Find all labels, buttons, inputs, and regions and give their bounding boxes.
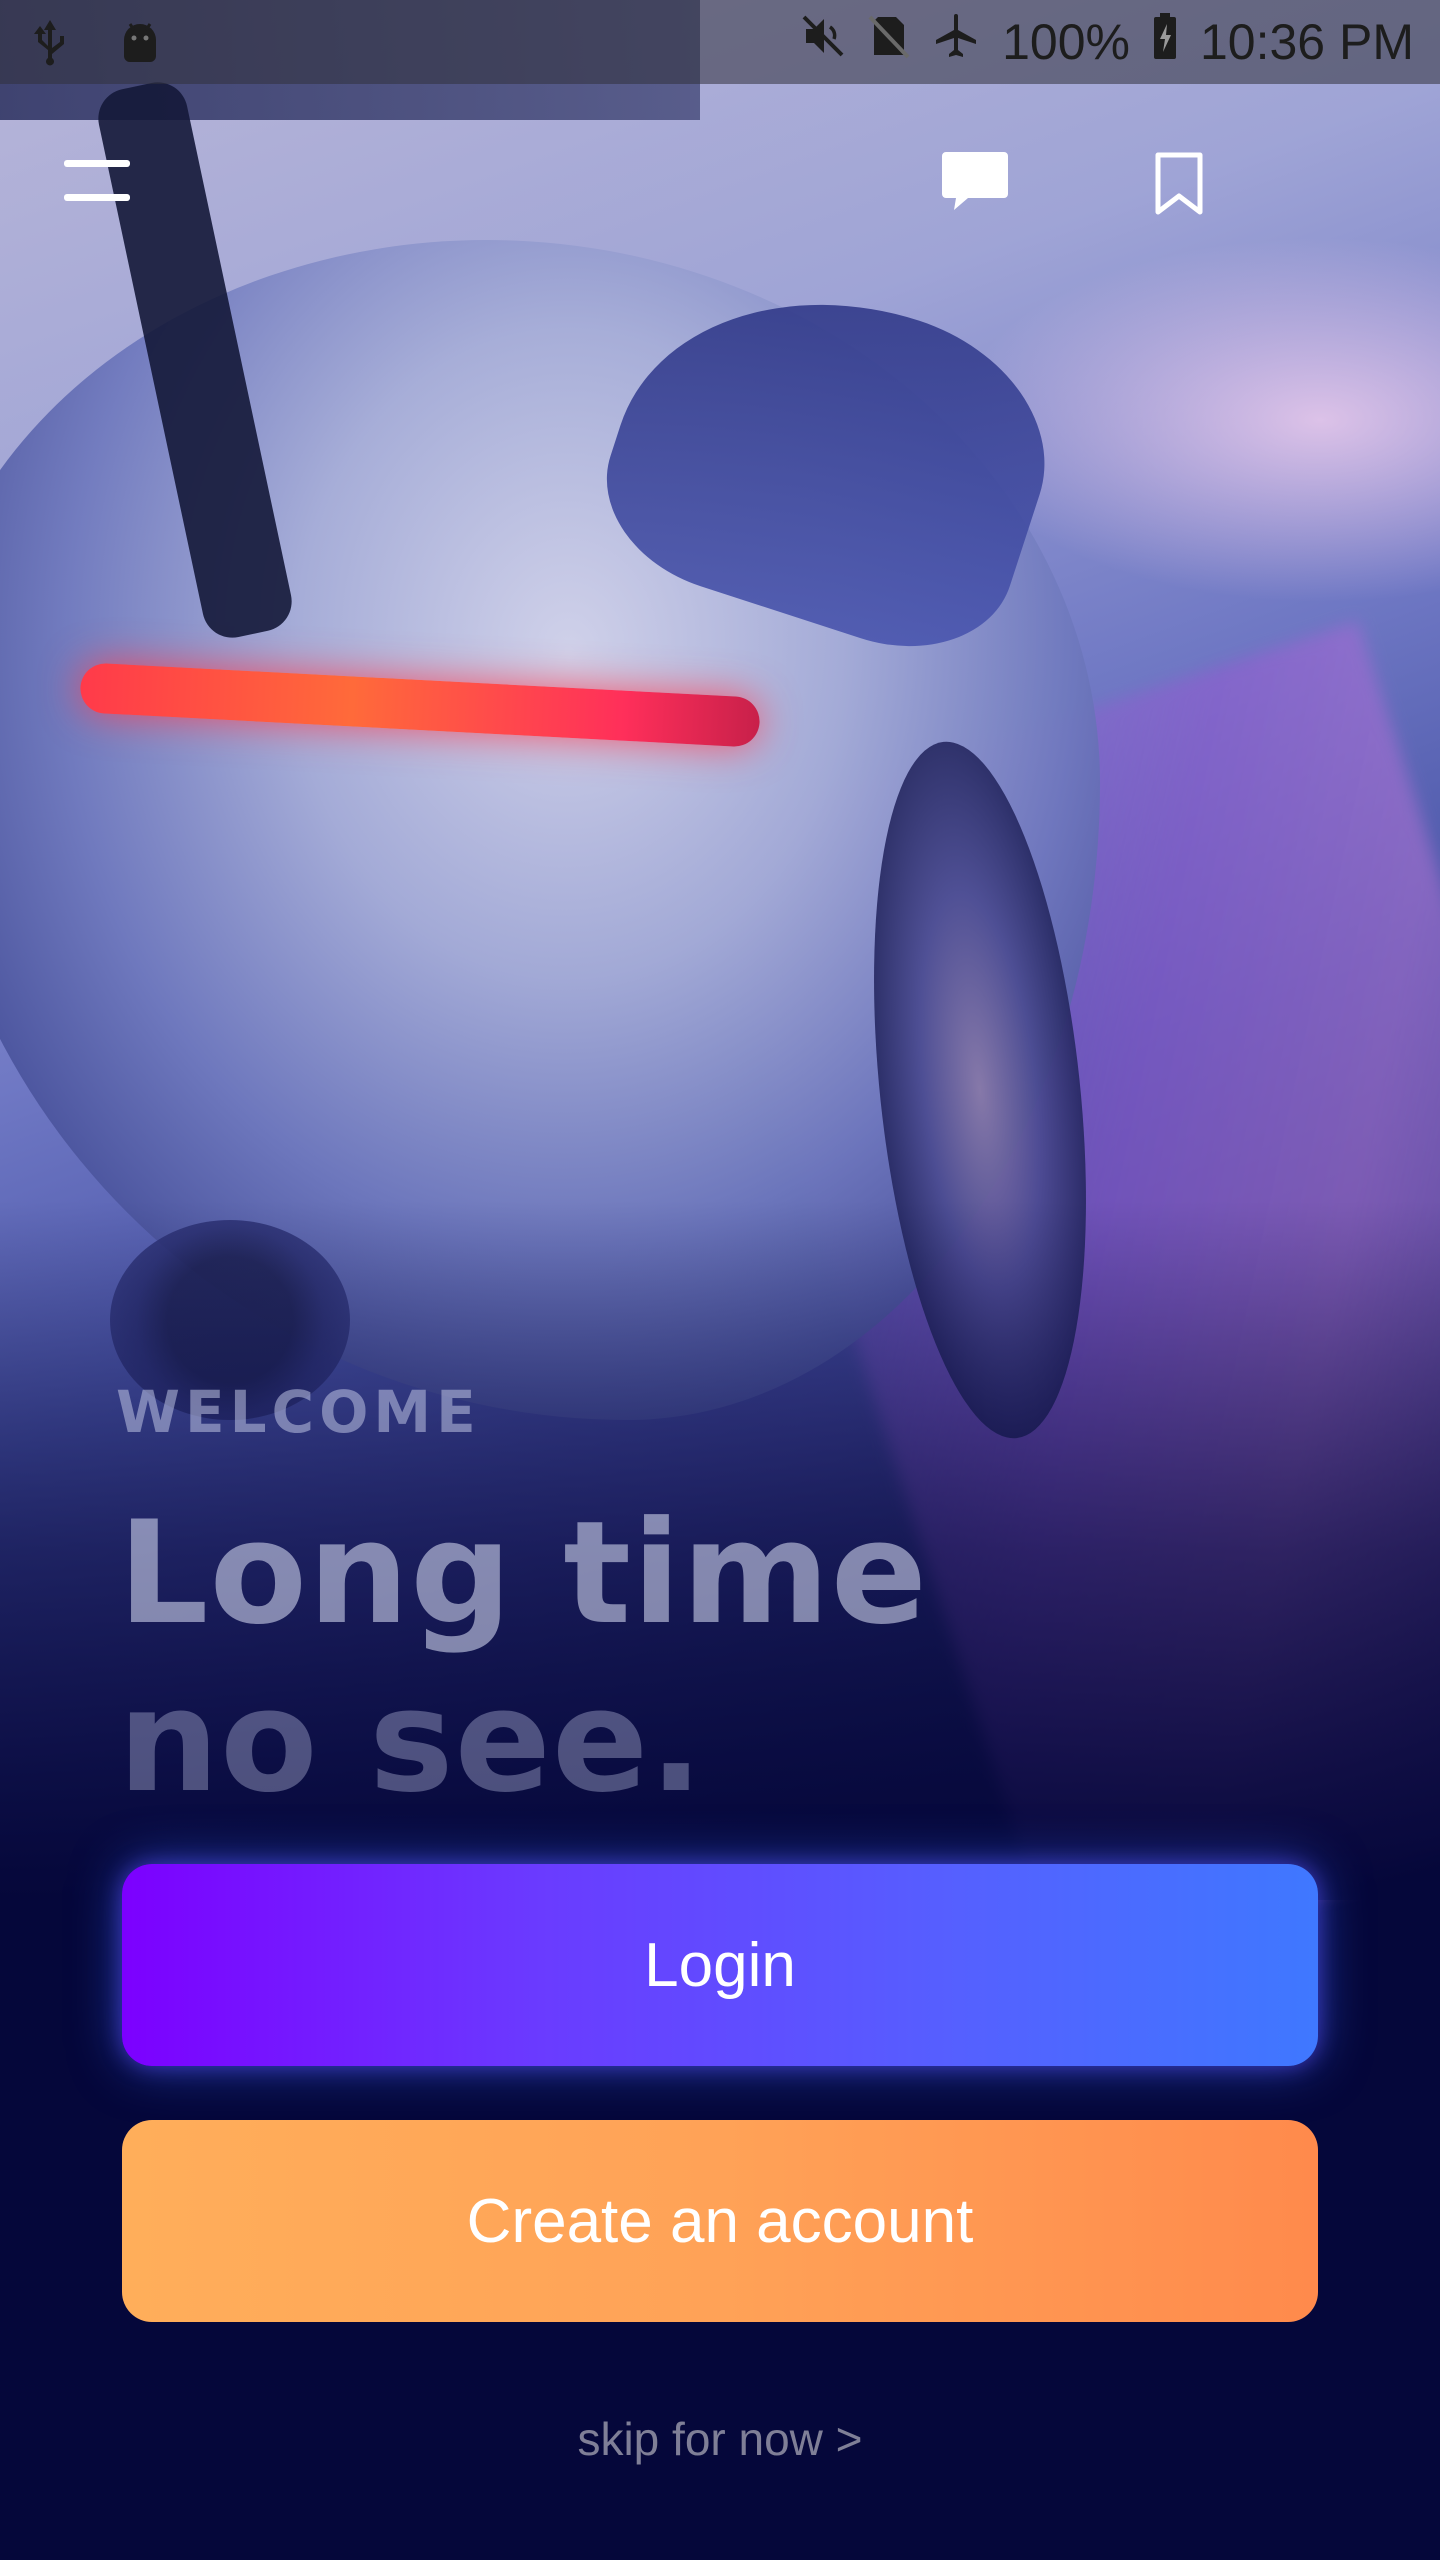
battery-charging-icon (1152, 12, 1178, 72)
chat-button[interactable] (940, 150, 1010, 212)
bookmark-icon (1155, 152, 1203, 215)
login-button-label: Login (644, 1930, 796, 2000)
welcome-headline: Long time no see. (118, 1490, 928, 1826)
welcome-screen: 100% 10:36 PM WELCOME Long time no see. … (0, 0, 1440, 2560)
bookmark-button[interactable] (1152, 152, 1206, 216)
hamburger-menu-icon (64, 194, 130, 201)
create-account-button-label: Create an account (466, 2186, 974, 2256)
usb-icon (30, 18, 70, 71)
status-bar: 100% 10:36 PM (0, 0, 1440, 84)
skip-for-now-link[interactable]: skip for now > (0, 2412, 1440, 2466)
menu-button[interactable] (64, 160, 130, 202)
chat-bubble-icon (942, 152, 1008, 210)
headline-line-2: no see. (118, 1659, 705, 1824)
mute-icon (800, 13, 846, 71)
no-sim-icon (868, 13, 910, 71)
login-button[interactable]: Login (122, 1864, 1318, 2066)
airplane-mode-icon (932, 12, 980, 72)
status-left-icons (30, 18, 162, 71)
battery-percentage: 100% (1002, 14, 1130, 70)
status-right-icons: 100% 10:36 PM (800, 10, 1414, 74)
create-account-button[interactable]: Create an account (122, 2120, 1318, 2322)
headline-line-1: Long time (118, 1491, 929, 1656)
welcome-eyebrow: WELCOME (116, 1378, 481, 1446)
android-debug-icon (118, 20, 162, 69)
status-time: 10:36 PM (1199, 14, 1414, 70)
hamburger-menu-icon (64, 160, 130, 167)
